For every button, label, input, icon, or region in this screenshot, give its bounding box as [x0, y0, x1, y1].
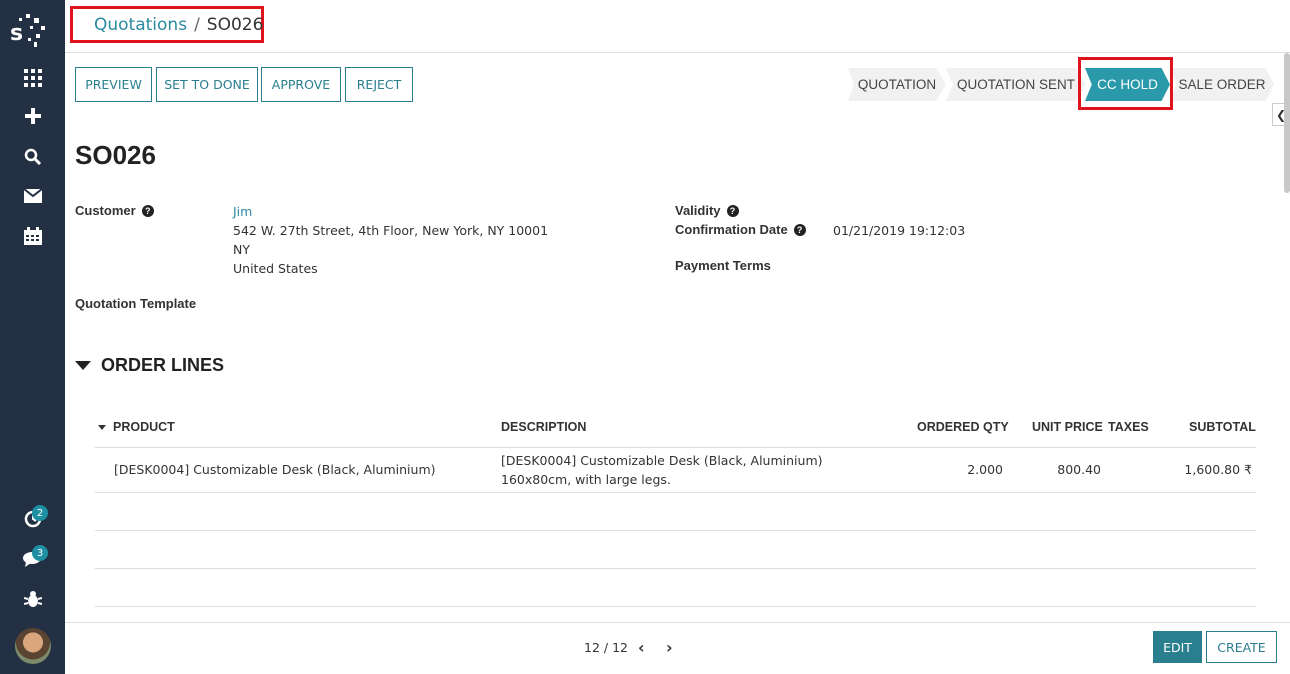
envelope-icon[interactable]	[0, 181, 65, 211]
confirmation-date-label: Confirmation Date?	[675, 222, 806, 237]
column-header-ordered-qty[interactable]: ORDERED QTY	[917, 420, 1009, 434]
cell-description-line-2: 160x80cm, with large legs.	[501, 472, 671, 487]
bug-icon[interactable]	[0, 584, 65, 614]
stage-sale-order[interactable]: SALE ORDER	[1170, 68, 1274, 101]
messages-count-badge: 3	[32, 545, 48, 561]
address-line-2: NY	[233, 242, 250, 257]
column-header-taxes[interactable]: TAXES	[1108, 420, 1149, 434]
reject-button[interactable]: REJECT	[345, 67, 413, 102]
customer-label: Customer?	[75, 203, 154, 218]
plus-icon[interactable]	[0, 101, 65, 131]
help-icon[interactable]: ?	[726, 204, 739, 217]
table-divider	[95, 530, 1256, 531]
cell-description-line-1: [DESK0004] Customizable Desk (Black, Alu…	[501, 453, 823, 468]
confirmation-date-value: 01/21/2019 19:12:03	[833, 223, 966, 238]
stage-highlight-box	[1078, 57, 1173, 110]
pager-value[interactable]: 12 / 12	[584, 640, 628, 655]
table-divider	[95, 568, 1256, 569]
activity-count-badge: 2	[32, 505, 48, 521]
approve-button[interactable]: APPROVE	[261, 67, 341, 102]
bottom-bar	[65, 622, 1290, 674]
apps-grid-icon[interactable]	[0, 63, 65, 93]
edit-button[interactable]: EDIT	[1153, 631, 1202, 663]
column-header-product[interactable]: PRODUCT	[98, 420, 175, 434]
payment-terms-label: Payment Terms	[675, 258, 771, 273]
order-lines-title: ORDER LINES	[101, 355, 225, 375]
stage-quotation-sent[interactable]: QUOTATION SENT	[946, 68, 1086, 101]
customer-link[interactable]: Jim	[233, 204, 252, 219]
quotation-template-label: Quotation Template	[75, 296, 197, 311]
scrollbar[interactable]	[1284, 53, 1290, 193]
create-button[interactable]: CREATE	[1206, 631, 1277, 663]
table-divider	[95, 606, 1256, 607]
table-divider	[95, 492, 1256, 493]
breadcrumb-current: SO026	[206, 14, 264, 35]
cell-product: [DESK0004] Customizable Desk (Black, Alu…	[114, 462, 436, 477]
breadcrumb-parent-link[interactable]: Quotations	[94, 15, 187, 35]
help-icon[interactable]: ?	[793, 223, 806, 236]
help-icon[interactable]: ?	[141, 204, 154, 217]
cell-ordered-qty: 2.000	[967, 462, 1003, 477]
pager-previous-icon[interactable]: ‹	[638, 638, 645, 657]
sidebar: s 2 3	[0, 0, 65, 674]
stage-quotation[interactable]: QUOTATION	[848, 68, 946, 101]
address-line-1: 542 W. 27th Street, 4th Floor, New York,…	[233, 223, 549, 238]
sort-desc-icon	[98, 425, 106, 431]
search-icon[interactable]	[0, 141, 65, 171]
caret-down-icon	[75, 361, 91, 370]
order-lines-header[interactable]: ORDER LINES	[75, 355, 224, 376]
control-panel: Quotations / SO026	[65, 0, 1290, 53]
preview-button[interactable]: PREVIEW	[75, 67, 152, 102]
app-logo-icon[interactable]: s	[8, 10, 48, 50]
breadcrumb-separator: /	[194, 14, 200, 35]
set-to-done-button[interactable]: SET TO DONE	[156, 67, 258, 102]
record-title: SO026	[75, 140, 156, 170]
pager-next-icon[interactable]: ›	[666, 638, 673, 657]
address-line-3: United States	[233, 261, 318, 276]
column-header-description[interactable]: DESCRIPTION	[501, 420, 586, 434]
validity-label: Validity?	[675, 203, 739, 218]
svg-text:s: s	[10, 21, 23, 46]
cell-unit-price: 800.40	[1057, 462, 1101, 477]
table-divider	[95, 447, 1256, 448]
cell-subtotal: 1,600.80 ₹	[1184, 462, 1252, 477]
calendar-icon[interactable]	[0, 221, 65, 251]
breadcrumb: Quotations / SO026	[70, 6, 264, 43]
column-header-subtotal[interactable]: SUBTOTAL	[1189, 420, 1256, 434]
user-avatar[interactable]	[15, 628, 51, 664]
column-header-unit-price[interactable]: UNIT PRICE	[1032, 420, 1103, 434]
